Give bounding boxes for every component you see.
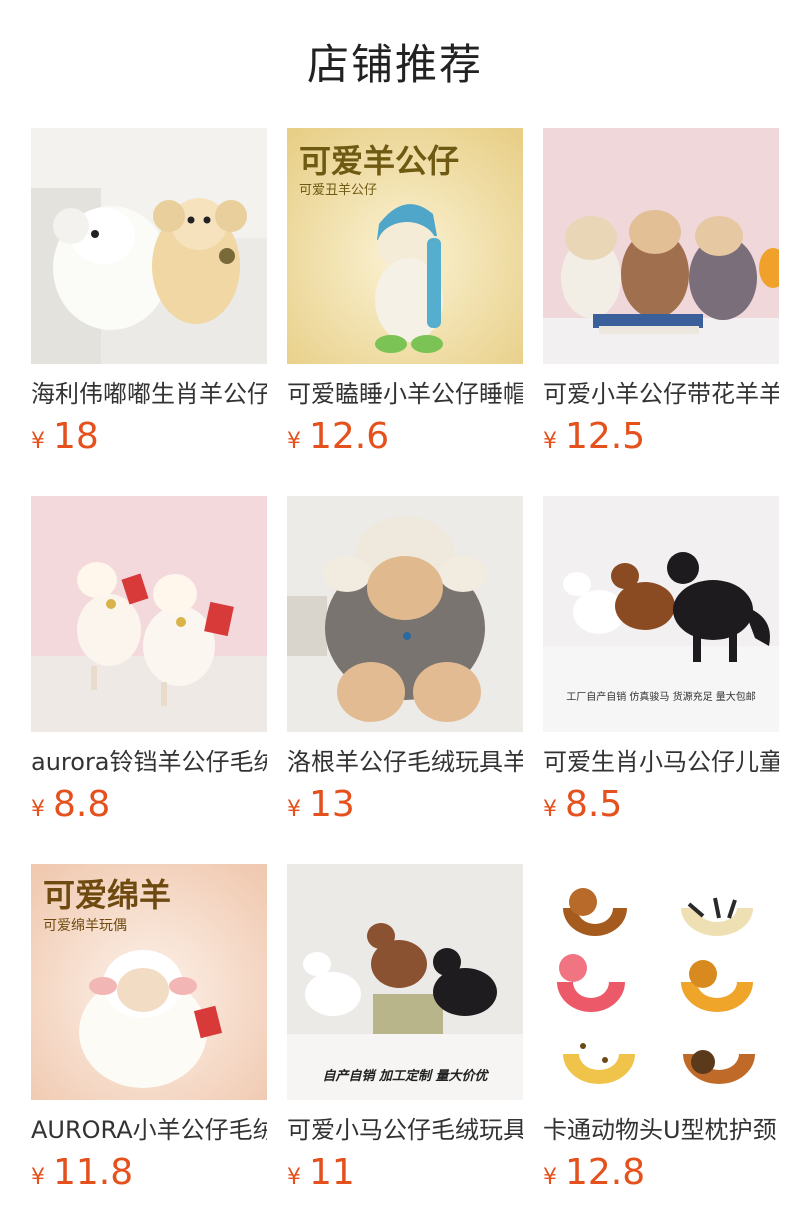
product-image[interactable]: 自产自销 加工定制 量大价优 xyxy=(287,864,523,1100)
price-value: 18 xyxy=(53,416,99,457)
page-title: 店铺推荐 xyxy=(306,40,483,89)
currency-symbol: ¥ xyxy=(287,797,301,822)
product-image[interactable]: 可爱羊公仔 可爱丑羊公仔 xyxy=(287,128,523,364)
product-image[interactable]: 工厂自产自销 仿真骏马 货源充足 量大包邮 xyxy=(543,496,779,732)
pony-trio-icon: 自产自销 加工定制 量大价优 xyxy=(287,864,523,1100)
product-price: ¥11.8 xyxy=(31,1152,133,1194)
product-name[interactable]: 可爱小马公仔毛绒玩具 xyxy=(287,1114,523,1146)
product-image[interactable] xyxy=(543,128,779,364)
product-card[interactable]: 洛根羊公仔毛绒玩具羊 ¥13 xyxy=(287,496,523,826)
price-value: 11.8 xyxy=(53,1152,134,1193)
product-name[interactable]: 海利伟嘟嘟生肖羊公仔 xyxy=(31,378,267,410)
image-caption: 工厂自产自销 仿真骏马 货源充足 量大包邮 xyxy=(566,690,756,703)
currency-symbol: ¥ xyxy=(543,797,557,822)
fluffy-sheep-icon: 可爱绵羊 可爱绵羊玩偶 xyxy=(31,864,267,1100)
product-card[interactable]: 可爱绵羊 可爱绵羊玩偶 AURORA小羊公仔毛绒 ¥11.8 xyxy=(31,864,267,1194)
product-price: ¥12.6 xyxy=(287,416,389,458)
product-price: ¥12.8 xyxy=(543,1152,645,1194)
currency-symbol: ¥ xyxy=(31,429,45,454)
sheep-plush-icon xyxy=(31,128,267,364)
image-caption: 自产自销 加工定制 量大价优 xyxy=(322,1068,489,1084)
product-image[interactable] xyxy=(543,864,779,1100)
u-pillow-icon xyxy=(543,864,779,1100)
product-name[interactable]: 可爱小羊公仔带花羊羊 xyxy=(543,378,779,410)
logan-sheep-icon xyxy=(287,496,523,732)
product-price: ¥18 xyxy=(31,416,99,458)
price-value: 11 xyxy=(309,1152,355,1193)
product-name[interactable]: 洛根羊公仔毛绒玩具羊 xyxy=(287,746,523,778)
currency-symbol: ¥ xyxy=(543,429,557,454)
image-headline: 可爱绵羊 xyxy=(43,876,171,914)
product-card[interactable]: 海利伟嘟嘟生肖羊公仔 ¥18 xyxy=(31,128,267,458)
price-value: 12.8 xyxy=(565,1152,646,1193)
price-value: 8.5 xyxy=(565,784,623,825)
product-price: ¥13 xyxy=(287,784,355,826)
image-subtitle: 可爱绵羊玩偶 xyxy=(43,917,127,934)
currency-symbol: ¥ xyxy=(287,1165,301,1190)
product-name[interactable]: AURORA小羊公仔毛绒 xyxy=(31,1114,267,1146)
product-price: ¥8.5 xyxy=(543,784,622,826)
product-image[interactable] xyxy=(287,496,523,732)
product-card[interactable]: 工厂自产自销 仿真骏马 货源充足 量大包邮 可爱生肖小马公仔儿童 ¥8.5 xyxy=(543,496,779,826)
price-value: 13 xyxy=(309,784,355,825)
sheep-trio-icon xyxy=(543,128,779,364)
product-name[interactable]: aurora铃铛羊公仔毛绒 xyxy=(31,746,267,778)
price-value: 12.6 xyxy=(309,416,390,457)
product-name[interactable]: 可爱生肖小马公仔儿童 xyxy=(543,746,779,778)
horse-plush-icon: 工厂自产自销 仿真骏马 货源充足 量大包邮 xyxy=(543,496,779,732)
product-name[interactable]: 可爱瞌睡小羊公仔睡帽 xyxy=(287,378,523,410)
currency-symbol: ¥ xyxy=(543,1165,557,1190)
image-subtitle: 可爱丑羊公仔 xyxy=(299,182,377,198)
product-card[interactable]: 可爱羊公仔 可爱丑羊公仔 可爱瞌睡小羊公仔睡帽 ¥12.6 xyxy=(287,128,523,458)
currency-symbol: ¥ xyxy=(287,429,301,454)
product-price: ¥8.8 xyxy=(31,784,110,826)
currency-symbol: ¥ xyxy=(31,797,45,822)
product-card[interactable]: 自产自销 加工定制 量大价优 可爱小马公仔毛绒玩具 ¥11 xyxy=(287,864,523,1194)
product-card[interactable]: 可爱小羊公仔带花羊羊 ¥12.5 xyxy=(543,128,779,458)
product-card[interactable]: aurora铃铛羊公仔毛绒 ¥8.8 xyxy=(31,496,267,826)
price-value: 8.8 xyxy=(53,784,111,825)
product-price: ¥11 xyxy=(287,1152,355,1194)
product-card[interactable]: 卡通动物头U型枕护颈 ¥12.8 xyxy=(543,864,779,1194)
sleepy-sheep-icon: 可爱羊公仔 可爱丑羊公仔 xyxy=(287,128,523,364)
product-image[interactable] xyxy=(31,496,267,732)
product-image[interactable] xyxy=(31,128,267,364)
product-name[interactable]: 卡通动物头U型枕护颈 xyxy=(543,1114,779,1146)
bell-sheep-icon xyxy=(31,496,267,732)
product-image[interactable]: 可爱绵羊 可爱绵羊玩偶 xyxy=(31,864,267,1100)
product-price: ¥12.5 xyxy=(543,416,645,458)
image-headline: 可爱羊公仔 xyxy=(299,142,459,180)
currency-symbol: ¥ xyxy=(31,1165,45,1190)
price-value: 12.5 xyxy=(565,416,646,457)
